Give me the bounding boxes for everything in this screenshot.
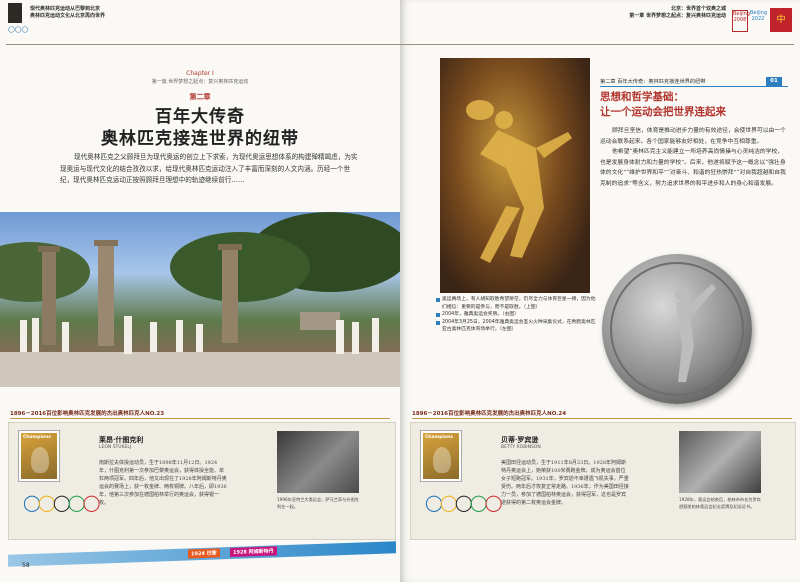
athlete-card-robinson: Champions ◯◯◯◯◯ 贝蒂·罗宾逊 BETTY ROBINSON 美国…: [410, 422, 796, 540]
china-flag-emblem-icon: 中: [770, 8, 792, 32]
beijing-2022-emblem-icon: Beijing 2022: [750, 10, 768, 22]
section-title-line1: 思想和哲学基础：: [600, 91, 684, 103]
header-left-line1: 现代奥林匹克运动从巴黎到北京: [30, 6, 101, 12]
chapter-title-line2: 奥林匹克接连世界的纽带: [101, 129, 299, 149]
right-page: 北京：世界首个双奥之城 第一章 世界梦想之起点：复兴奥林匹克运动 Beijing…: [400, 0, 800, 582]
running-header-left: 现代奥林匹克运动从巴黎到北京 奥林匹克运动文化从北京再向世界: [30, 6, 105, 20]
caption-2: 2004年，雅典奥运会奖牌。（右图）: [436, 311, 596, 319]
stamp-label: Champions: [425, 435, 453, 440]
athlete-name-en: BETTY ROBINSON: [501, 445, 541, 450]
timeline-mark-1928: 1928 阿姆斯特丹: [230, 546, 277, 558]
header-right-line2: 第一章 世界梦想之起点：复兴奥林匹克运动: [629, 13, 726, 19]
photo-caption: 1996年亚特兰大奥运会，萨马兰奇与什图克利在一起。: [277, 497, 359, 509]
section-body: 顾拜旦坚信，体育是推动进步力量的有效途径，会使世界可以由一个运动会联系起来。各个…: [600, 126, 788, 190]
timeline-mark-1924: 1924 巴黎: [188, 548, 220, 559]
chapter-number: 第二章: [189, 92, 211, 101]
body-paragraph-1: 顾拜旦坚信，体育是推动进步力量的有效途径，会使世界可以由一个运动会联系起来。各个…: [600, 128, 786, 145]
athens-2004-medal-image: [602, 254, 752, 404]
athlete-name: 贝蒂·罗宾逊: [501, 435, 539, 444]
athlete-stamp-image: Champions: [421, 431, 461, 481]
olympia-ruins-photo: [0, 212, 400, 387]
section-number-badge: 01: [766, 77, 782, 86]
caption-3: 2004年3月25日，2004年雅典奥运会圣火火种采集仪式，在希腊奥林匹亚古奥林…: [436, 319, 596, 334]
portrait-icon: [433, 447, 451, 473]
header-rule: [6, 44, 400, 45]
timeline-bar: 1924 巴黎 1928 阿姆斯特丹: [8, 541, 396, 567]
photo-caption: 1928年，奥运会结束后，柏林市市长为罗宾逊颁发柏林奥运会纪念奖牌及纪念证书。: [679, 497, 761, 509]
chapter-english: Chapter I: [186, 70, 214, 77]
athlete-stamp-image: Champions: [19, 431, 59, 481]
athlete-name: 莱昂·什图克利: [99, 435, 144, 444]
athlete-archive-photo: [679, 431, 761, 493]
athlete-bio: 美国田径运动员，生于1911年8月23日。1928年阿姆斯特丹奥运会上，她荣获1…: [501, 460, 629, 506]
section-title-line2: 让一个运动会把世界连起来: [600, 106, 726, 118]
stamp-label: Champions: [23, 435, 51, 440]
athlete-name-en: LEON ŠTUKELJ: [99, 445, 132, 450]
chapter-intro: 现代奥林匹克之父顾拜旦为现代奥运的创立上下求索，为现代奥运思想体系的构建殚精竭虑…: [60, 153, 358, 184]
olympic-rings-icon: ◯◯◯◯◯: [425, 493, 503, 512]
portrait-icon: [31, 447, 49, 473]
running-header-right: 北京：世界首个双奥之城 第一章 世界梦想之起点：复兴奥林匹克运动: [629, 6, 726, 20]
athlete-archive-photo: [277, 431, 359, 493]
discobolus-artwork-photo: [440, 58, 590, 293]
olympic-rings-mini-icon: ◯◯◯: [8, 26, 29, 33]
section-tag: 第二章 百年大传奇：奥林匹克接连世界的纽带: [600, 78, 788, 87]
chapter-subtitle: 第一篇 世界梦想之起点：复兴奥林匹克运动: [151, 79, 249, 85]
header-rule: [400, 44, 794, 45]
photo-captions: 奥运赛场上，有人胡知取胜希望渺茫，仍尽全力与体育巨星一搏，因为他们相信：重要的是…: [436, 296, 596, 334]
athlete-card-stukelj: Champions ◯◯◯◯◯ 莱昂·什图克利 LEON ŠTUKELJ 南斯拉…: [8, 422, 396, 540]
beijing-2008-emblem-icon: Beijing 2008: [732, 10, 750, 32]
header-right-line1: 北京：世界首个双奥之城: [670, 6, 726, 12]
athlete-strip-no24: 1896－2016百位影响奥林匹克发展的杰出奥林匹克人NO.24: [412, 409, 792, 419]
page-number: 58: [22, 562, 30, 569]
athlete-bio: 南斯拉夫体操运动员，生于1898年11月12日。1924年，什图克利第一次参加巴…: [99, 460, 227, 506]
caption-1: 奥运赛场上，有人胡知取胜希望渺茫，仍尽全力与体育巨星一搏，因为他们相信：重要的是…: [436, 296, 596, 311]
magazine-spread: ◯◯◯ 现代奥林匹克运动从巴黎到北京 奥林匹克运动文化从北京再向世界 Chapt…: [0, 0, 800, 582]
header-left-line2: 奥林匹克运动文化从北京再向世界: [30, 13, 106, 19]
olympic-rings-icon: ◯◯◯◯◯: [23, 493, 101, 512]
book-logo-icon: [8, 3, 22, 23]
body-paragraph-2: 他希望“奥林匹克主义能建立一所培养高尚情操与心灵纯洁的学校，也是发展身体耐力和力…: [600, 149, 786, 187]
left-page: ◯◯◯ 现代奥林匹克运动从巴黎到北京 奥林匹克运动文化从北京再向世界 Chapt…: [0, 0, 400, 582]
athlete-strip-no23: 1896－2016百位影响奥林匹克发展的杰出奥林匹克人NO.23: [10, 409, 390, 419]
